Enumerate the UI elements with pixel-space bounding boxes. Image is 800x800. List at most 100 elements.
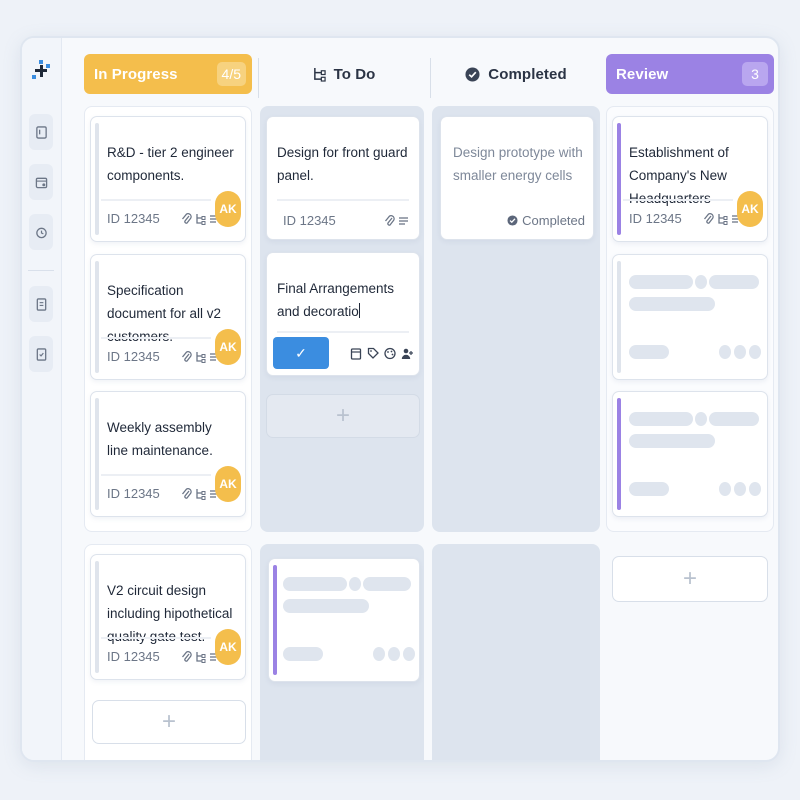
task-card[interactable]: Design prototype with smaller energy cel… bbox=[440, 116, 594, 240]
card-divider bbox=[277, 331, 409, 333]
skeleton-dot bbox=[695, 412, 707, 426]
card-title: Design prototype with smaller energy cel… bbox=[453, 145, 583, 183]
column-title: In Progress bbox=[94, 65, 178, 83]
attachment-icon bbox=[181, 651, 192, 662]
task-card[interactable]: R&D - tier 2 engineer components. ID 123… bbox=[90, 116, 246, 242]
edit-toolbar bbox=[350, 347, 413, 360]
skeleton-dot bbox=[749, 482, 761, 496]
skeleton-dot bbox=[403, 647, 415, 661]
skeleton-line bbox=[629, 345, 669, 359]
column-title: To Do bbox=[333, 65, 376, 83]
avatar[interactable]: AK bbox=[215, 329, 241, 365]
skeleton-dot bbox=[749, 345, 761, 359]
placeholder-card[interactable] bbox=[612, 391, 768, 517]
tag-icon[interactable] bbox=[367, 347, 379, 360]
skeleton-line bbox=[629, 482, 669, 496]
task-card[interactable]: Design for front guard panel. ID 12345 bbox=[266, 116, 420, 240]
calendar-icon[interactable] bbox=[29, 164, 53, 200]
card-id: ID 12345 bbox=[629, 211, 682, 226]
task-card[interactable]: Weekly assembly line maintenance. ID 123… bbox=[90, 391, 246, 517]
header-divider bbox=[430, 58, 431, 98]
hierarchy-icon bbox=[196, 652, 206, 663]
avatar[interactable]: AK bbox=[737, 191, 763, 227]
card-accent bbox=[95, 261, 99, 373]
skeleton-line bbox=[283, 577, 347, 591]
hierarchy-icon bbox=[196, 489, 206, 500]
column-header-completed[interactable]: Completed bbox=[436, 54, 596, 94]
card-title: R&D - tier 2 engineer components. bbox=[107, 145, 234, 183]
status-text: Completed bbox=[522, 213, 585, 228]
card-divider bbox=[623, 199, 733, 201]
card-title-editor[interactable]: Final Arrangements and decoratio bbox=[277, 277, 409, 323]
rail-divider bbox=[28, 270, 54, 271]
logo-icon[interactable] bbox=[32, 60, 52, 82]
card-id: ID 12345 bbox=[107, 211, 160, 226]
attachment-icon bbox=[181, 488, 192, 499]
add-card-button[interactable]: + bbox=[266, 394, 420, 438]
card-accent bbox=[617, 123, 621, 235]
skeleton-dot bbox=[388, 647, 400, 661]
column-count-badge: 4/5 bbox=[216, 62, 246, 86]
card-accent bbox=[617, 398, 621, 510]
card-accent bbox=[95, 398, 99, 510]
card-title: Design for front guard panel. bbox=[277, 145, 408, 183]
add-card-button[interactable]: + bbox=[92, 700, 246, 744]
palette-icon[interactable] bbox=[384, 347, 396, 360]
skeleton-line bbox=[629, 412, 693, 426]
skeleton-dot bbox=[734, 345, 746, 359]
column-title: Completed bbox=[488, 65, 567, 83]
editing-card[interactable]: Final Arrangements and decoratio ✓ bbox=[266, 252, 420, 376]
attachment-icon bbox=[181, 213, 192, 224]
skeleton-line bbox=[629, 434, 715, 448]
completed-status: Completed bbox=[507, 213, 585, 228]
avatar[interactable]: AK bbox=[215, 629, 241, 665]
skeleton-dot bbox=[349, 577, 361, 591]
skeleton-dot bbox=[719, 482, 731, 496]
task-card[interactable]: Specification document for all v2 custom… bbox=[90, 254, 246, 380]
avatar[interactable]: AK bbox=[215, 191, 241, 227]
skeleton-line bbox=[283, 647, 323, 661]
card-accent bbox=[95, 561, 99, 673]
column-header-in-progress[interactable]: In Progress 4/5 bbox=[84, 54, 252, 94]
skeleton-line bbox=[629, 275, 693, 289]
card-accent bbox=[617, 261, 621, 373]
attachment-icon bbox=[384, 215, 395, 226]
skeleton-dot bbox=[719, 345, 731, 359]
column-header-review[interactable]: Review 3 bbox=[606, 54, 774, 94]
column-header-to-do[interactable]: To Do bbox=[264, 54, 424, 94]
task-card[interactable]: Establishment of Company's New Headquart… bbox=[612, 116, 768, 242]
lines-icon bbox=[399, 217, 408, 225]
board-icon[interactable] bbox=[29, 114, 53, 150]
add-card-button[interactable]: + bbox=[612, 556, 768, 602]
calendar-icon[interactable] bbox=[350, 347, 362, 360]
card-accent bbox=[95, 123, 99, 235]
card-meta-icons bbox=[384, 215, 409, 227]
card-id: ID 12345 bbox=[107, 349, 160, 364]
confirm-button[interactable]: ✓ bbox=[273, 337, 329, 369]
card-divider bbox=[277, 199, 409, 201]
document-icon[interactable] bbox=[29, 286, 53, 322]
card-divider bbox=[101, 637, 211, 639]
placeholder-card[interactable] bbox=[268, 558, 420, 682]
clock-icon[interactable] bbox=[29, 214, 53, 250]
sidebar bbox=[22, 38, 62, 760]
notes-icon[interactable] bbox=[29, 336, 53, 372]
header-divider bbox=[258, 58, 259, 98]
task-card[interactable]: V2 circuit design including hipothetical… bbox=[90, 554, 246, 680]
check-circle-icon bbox=[507, 215, 518, 226]
column-count-badge: 3 bbox=[742, 62, 768, 86]
skeleton-line bbox=[363, 577, 411, 591]
add-user-icon[interactable] bbox=[401, 347, 413, 360]
placeholder-card[interactable] bbox=[612, 254, 768, 380]
avatar[interactable]: AK bbox=[215, 466, 241, 502]
card-id: ID 12345 bbox=[107, 486, 160, 501]
skeleton-dot bbox=[734, 482, 746, 496]
card-divider bbox=[101, 199, 211, 201]
card-id: ID 12345 bbox=[283, 213, 336, 228]
card-id: ID 12345 bbox=[107, 649, 160, 664]
hierarchy-icon bbox=[196, 352, 206, 363]
hierarchy-icon bbox=[718, 214, 728, 225]
card-accent bbox=[273, 565, 277, 675]
text-caret bbox=[358, 303, 360, 318]
skeleton-dot bbox=[373, 647, 385, 661]
